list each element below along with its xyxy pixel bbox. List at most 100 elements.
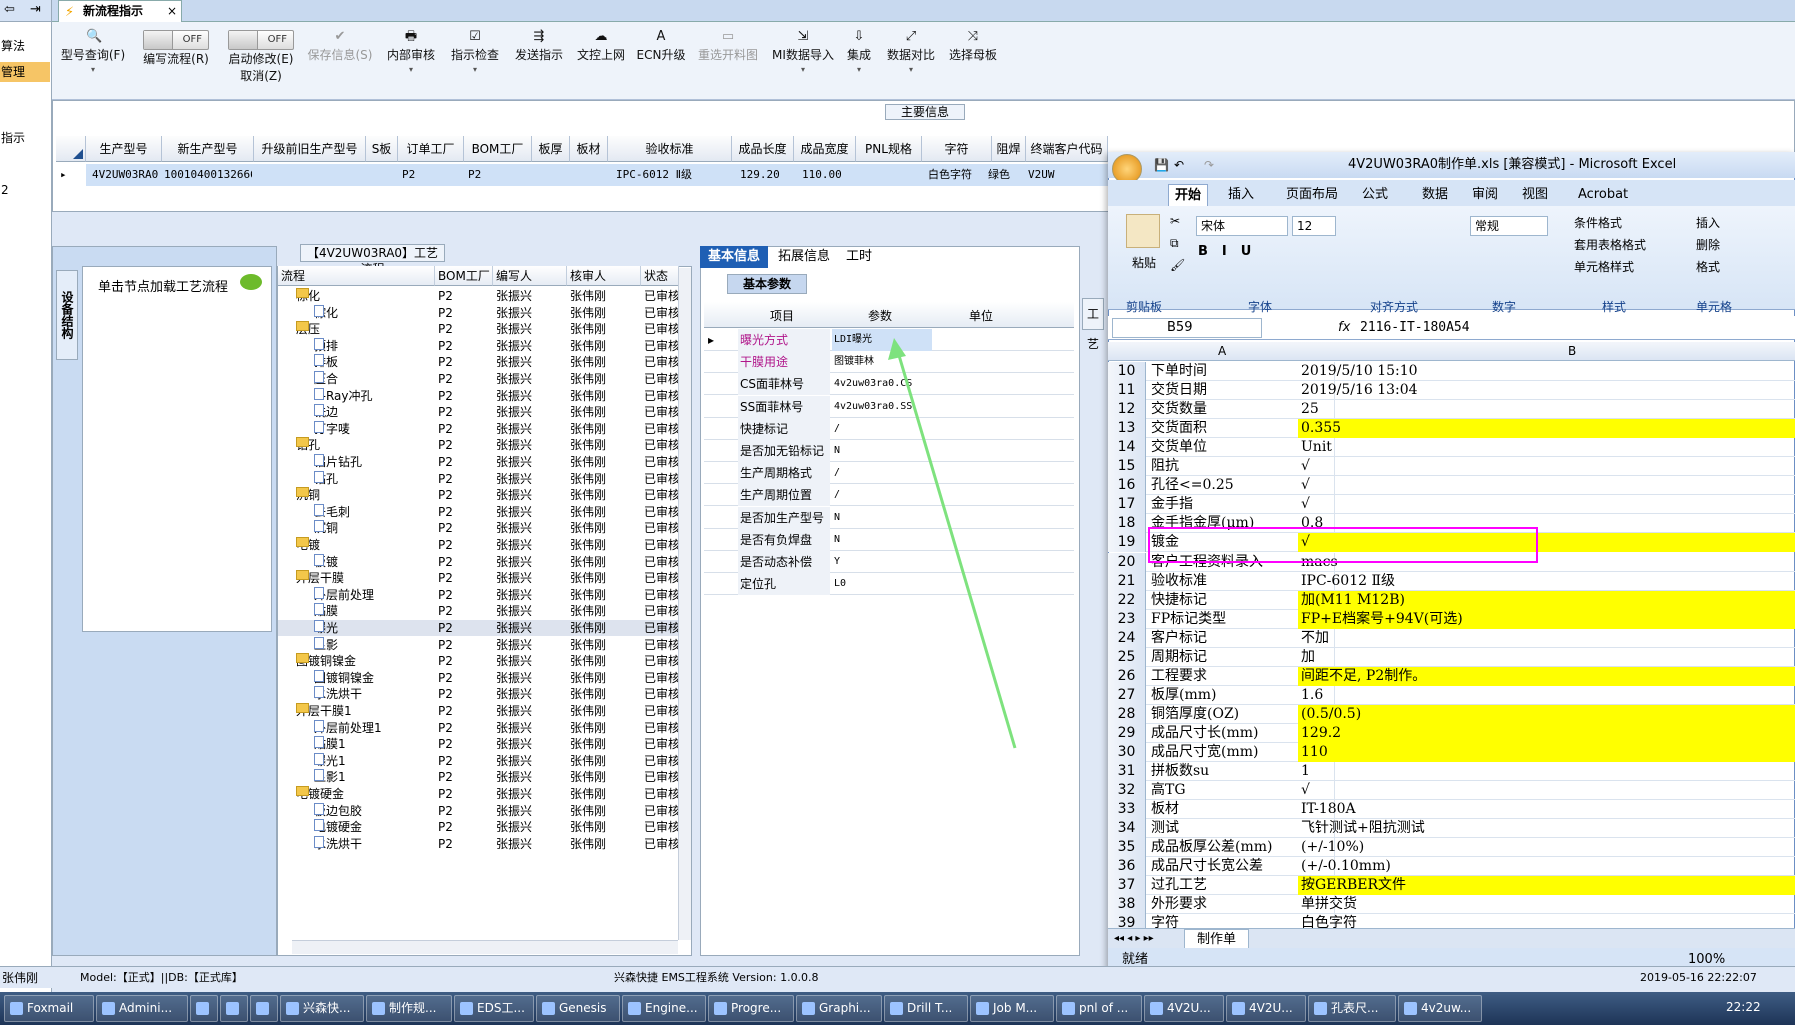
internal-review-button[interactable]: 🖶 内部审核 ▾: [382, 28, 440, 98]
cell-b[interactable]: IT-180A: [1298, 800, 1795, 819]
sheet-row[interactable]: 15 阻抗 √: [1108, 457, 1795, 477]
sheet-row[interactable]: 37 过孔工艺 按GERBER文件: [1108, 876, 1795, 896]
sheet-row[interactable]: 10 下单时间 2019/5/10 15:10: [1108, 362, 1795, 381]
flow-horizontal-scrollbar[interactable]: [292, 940, 678, 954]
sheet-row[interactable]: 22 快捷标记 加(M11 M12B): [1108, 590, 1795, 610]
cell-b[interactable]: 129.2: [1298, 723, 1795, 743]
col-material[interactable]: 板材: [570, 136, 608, 162]
cell-b[interactable]: √: [1298, 457, 1795, 476]
col-header-b[interactable]: B: [1568, 342, 1576, 361]
row-number[interactable]: 12: [1108, 400, 1146, 420]
row-number[interactable]: 22: [1108, 590, 1146, 610]
cell-b[interactable]: 按GERBER文件: [1298, 876, 1795, 896]
sheet-row[interactable]: 25 周期标记加: [1108, 647, 1795, 667]
cell-b[interactable]: 110: [1298, 743, 1795, 762]
nav-item-manage[interactable]: 管理: [0, 62, 50, 82]
sheet-row[interactable]: 34 测试 飞针测试+阻抗测试: [1108, 819, 1795, 839]
flow-row[interactable]: X-Ray冲孔 P2 张振兴 张伟刚 已审核: [278, 387, 678, 404]
cell-b[interactable]: 2019/5/10 15:10: [1298, 362, 1795, 381]
taskbar-item[interactable]: [250, 995, 278, 1022]
flow-row[interactable]: −棕化P2 张振兴 张伟刚 已审核: [278, 288, 678, 304]
row-number[interactable]: 35: [1108, 838, 1146, 858]
col-header-a[interactable]: A: [1218, 342, 1226, 361]
cell-b[interactable]: IPC-6012 Ⅱ级: [1298, 572, 1795, 591]
paste-button[interactable]: 粘贴: [1132, 254, 1156, 271]
cell-b[interactable]: (0.5/0.5): [1298, 704, 1795, 724]
sheet-row[interactable]: 36 成品尺寸长宽公差 (+/-0.10mm): [1108, 857, 1795, 877]
taskbar-item[interactable]: Progre...: [708, 995, 794, 1022]
row-number[interactable]: 38: [1108, 895, 1146, 915]
col-width[interactable]: 成品宽度: [794, 136, 856, 162]
row-number[interactable]: 24: [1108, 628, 1146, 648]
sheet-row[interactable]: 29 成品尺寸长(mm) 129.2: [1108, 723, 1795, 743]
row-number[interactable]: 14: [1108, 438, 1146, 458]
flow-row[interactable]: 板边包胶 P2 张振兴 张伟刚 已审核: [278, 802, 678, 819]
col-production-model[interactable]: 生产型号: [86, 136, 162, 162]
row-number[interactable]: 19: [1108, 533, 1146, 553]
row-number[interactable]: 28: [1108, 704, 1146, 724]
taskbar-item[interactable]: EDS工...: [454, 995, 534, 1022]
device-structure-tab[interactable]: 设备结构: [56, 270, 78, 360]
node-load-area[interactable]: [82, 266, 272, 632]
flow-row[interactable]: 板镀 P2 张振兴 张伟刚 已审核: [278, 553, 678, 570]
cell-b[interactable]: 1.6: [1298, 686, 1795, 705]
row-number[interactable]: 23: [1108, 609, 1146, 629]
cell-b[interactable]: 加: [1298, 648, 1795, 667]
row-number[interactable]: 18: [1108, 514, 1146, 534]
cell-b[interactable]: 单拼交货: [1298, 895, 1795, 914]
copy-icon[interactable]: ⧉: [1170, 236, 1179, 251]
cell-b[interactable]: 加(M11 M12B): [1298, 590, 1795, 610]
taskbar-item[interactable]: Admini...: [96, 995, 188, 1022]
flow-row[interactable]: 排板 P2 张振兴 张伟刚 已审核: [278, 354, 678, 370]
check-instruct-button[interactable]: ☑ 指示检查 ▾: [446, 28, 504, 98]
col-new-model[interactable]: 新生产型号: [162, 136, 254, 162]
col-writer[interactable]: 编写人: [493, 266, 567, 286]
sheet-row[interactable]: 35 成品板厚公差(mm) (+/-10%): [1108, 838, 1795, 858]
taskbar-item[interactable]: 制作规...: [366, 995, 452, 1022]
col-old-model[interactable]: 升级前旧生产型号: [254, 136, 366, 162]
model-query-button[interactable]: 🔍 型号查询(F) ▾: [60, 28, 126, 98]
col-thickness[interactable]: 板厚: [532, 136, 570, 162]
number-format-select[interactable]: 常规: [1470, 216, 1548, 236]
ecn-upgrade-button[interactable]: A ECN升级: [634, 28, 688, 98]
cell-b[interactable]: 1: [1298, 762, 1795, 781]
ribbon-tab[interactable]: 数据: [1416, 184, 1454, 206]
cell-b[interactable]: 0.355: [1298, 419, 1795, 439]
row-number[interactable]: 13: [1108, 419, 1146, 439]
col-flow[interactable]: 流程: [278, 266, 435, 286]
sheet-row[interactable]: 28 铜箔厚度(OZ) (0.5/0.5): [1108, 704, 1795, 724]
row-number[interactable]: 10: [1108, 362, 1146, 381]
cell-b[interactable]: (+/-0.10mm): [1298, 857, 1795, 876]
format-cells-button[interactable]: 格式: [1696, 258, 1720, 275]
taskbar-item[interactable]: [220, 995, 248, 1022]
flow-row[interactable]: 曝光 P2 张振兴 张伟刚 已审核: [278, 620, 678, 636]
cell-b[interactable]: √: [1298, 781, 1795, 800]
flow-row[interactable]: −电镀P2 张振兴 张伟刚 已审核: [278, 537, 678, 553]
flow-row[interactable]: 铣边 P2 张振兴 张伟刚 已审核: [278, 404, 678, 420]
taskbar-item[interactable]: 4V2U...: [1226, 995, 1306, 1022]
subtab-basic-params[interactable]: 基本参数: [727, 274, 807, 294]
cell-b[interactable]: 不加: [1298, 629, 1795, 648]
col-bom-factory[interactable]: BOM工厂: [464, 136, 532, 162]
row-number[interactable]: 20: [1108, 552, 1146, 572]
row-number[interactable]: 31: [1108, 762, 1146, 782]
select-mother-board-button[interactable]: ⤨ 选择母板: [944, 28, 1002, 98]
redo-icon[interactable]: ↷: [1204, 152, 1214, 178]
cell-b[interactable]: FP+E档案号+94V(可选): [1298, 609, 1795, 629]
taskbar-item[interactable]: Engine...: [622, 995, 706, 1022]
col-reviewer[interactable]: 核审人: [567, 266, 641, 286]
undo-icon[interactable]: ↶: [1174, 152, 1184, 178]
flow-row[interactable]: −图镀铜镍金 P2 张振兴 张伟刚 已审核: [278, 653, 678, 669]
side-tab-process[interactable]: 工艺: [1082, 298, 1104, 351]
cell-b[interactable]: 飞针测试+阻抗测试: [1298, 819, 1795, 838]
col-silkscreen[interactable]: 字符: [922, 136, 992, 162]
sheet-row[interactable]: 38 外形要求 单拼交货: [1108, 895, 1795, 915]
col-length[interactable]: 成品长度: [732, 136, 794, 162]
flow-row[interactable]: 棕化 P2 张振兴 张伟刚 已审核: [278, 304, 678, 321]
reselect-cutting-button[interactable]: ▭ 重选开料图: [692, 28, 764, 98]
row-number[interactable]: 16: [1108, 476, 1146, 496]
row-number[interactable]: 17: [1108, 495, 1146, 515]
flow-row[interactable]: 水洗烘干 P2 张振兴 张伟刚 已审核: [278, 835, 678, 852]
row-number[interactable]: 15: [1108, 457, 1146, 477]
paste-icon[interactable]: [1126, 214, 1160, 248]
